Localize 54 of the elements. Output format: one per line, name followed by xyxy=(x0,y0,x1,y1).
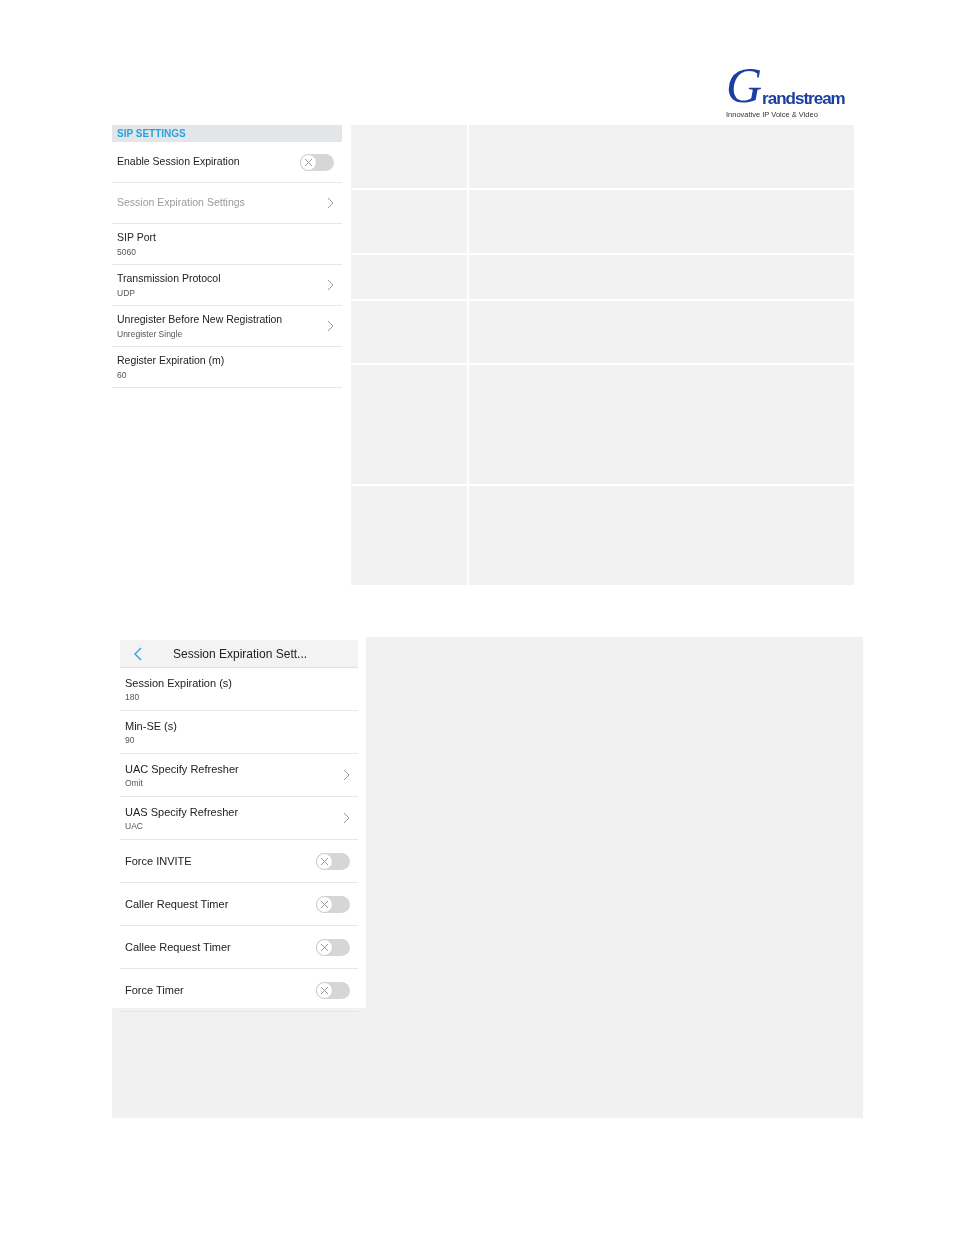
setting-label: Force INVITE xyxy=(125,853,192,869)
setting-value: Omit xyxy=(125,777,144,790)
x-icon xyxy=(320,899,329,909)
settings-row[interactable]: Session Expiration (s) 180 xyxy=(120,668,358,711)
settings-row[interactable]: SIP Port 5060 xyxy=(112,224,342,265)
chevron-right-icon xyxy=(327,279,334,291)
settings-row[interactable]: Unregister Before New Registration Unregister Single xyxy=(112,306,342,347)
settings-row[interactable]: Caller Request Timer xyxy=(120,883,358,926)
setting-label: Caller Request Timer xyxy=(125,896,229,912)
setting-label: Transmission Protocol xyxy=(117,271,221,287)
setting-value: 5060 xyxy=(117,245,137,258)
setting-value: 180 xyxy=(125,691,141,704)
chevron-right-icon xyxy=(343,769,350,781)
x-icon xyxy=(320,856,329,866)
setting-label: UAC Specify Refresher xyxy=(125,761,239,777)
setting-label: Register Expiration (m) xyxy=(117,353,225,369)
setting-value: 90 xyxy=(125,734,136,747)
settings-row[interactable]: Min-SE (s) 90 xyxy=(120,711,358,754)
screen-title: Session Expiration Sett... xyxy=(173,645,308,663)
setting-value: Unregister Single xyxy=(117,327,184,340)
section-header: SIP SETTINGS xyxy=(112,125,342,142)
setting-label: SIP Port xyxy=(117,230,156,246)
setting-value: UAC xyxy=(125,820,144,833)
setting-label: Enable Session Expiration xyxy=(117,154,240,170)
x-icon xyxy=(320,942,329,952)
toggle-switch[interactable] xyxy=(316,895,350,913)
settings-row[interactable]: UAS Specify Refresher UAC xyxy=(120,797,358,840)
settings-row[interactable]: Transmission Protocol UDP xyxy=(112,265,342,306)
back-icon[interactable] xyxy=(134,646,142,661)
toggle-switch[interactable] xyxy=(316,852,350,870)
settings-row[interactable]: Enable Session Expiration xyxy=(112,142,342,183)
settings-row[interactable]: Force Timer xyxy=(120,969,358,1012)
chevron-right-icon xyxy=(327,320,334,332)
chevron-right-icon xyxy=(327,197,334,209)
toggle-switch[interactable] xyxy=(300,153,334,171)
setting-label: Unregister Before New Registration xyxy=(117,312,283,328)
setting-label: UAS Specify Refresher xyxy=(125,804,239,820)
toggle-switch[interactable] xyxy=(316,938,350,956)
chevron-right-icon xyxy=(343,812,350,824)
toggle-switch[interactable] xyxy=(316,981,350,999)
company-logo: Grandstream xyxy=(726,60,846,110)
x-icon xyxy=(304,157,313,167)
settings-row[interactable]: Register Expiration (m) 60 xyxy=(112,347,342,388)
settings-row[interactable]: Force INVITE xyxy=(120,840,358,883)
setting-label: Force Timer xyxy=(125,982,184,998)
settings-row[interactable]: UAC Specify Refresher Omit xyxy=(120,754,358,797)
settings-row[interactable]: Callee Request Timer xyxy=(120,926,358,969)
setting-label: Session Expiration Settings xyxy=(117,195,245,211)
setting-label: Min-SE (s) xyxy=(125,718,177,734)
setting-value: 60 xyxy=(117,368,128,381)
setting-label: Callee Request Timer xyxy=(125,939,231,955)
setting-value: UDP xyxy=(117,286,136,299)
x-icon xyxy=(320,985,329,995)
setting-label: Session Expiration (s) xyxy=(125,675,232,691)
